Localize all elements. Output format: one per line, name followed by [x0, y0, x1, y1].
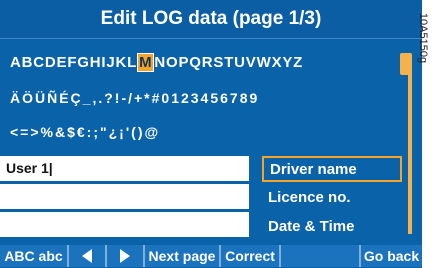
figure-code-text: 10A5150g: [417, 12, 430, 64]
char-row-3[interactable]: <=>%&$€:;"¿¡'()@: [10, 124, 160, 140]
selected-char[interactable]: M: [137, 53, 155, 72]
screen: Edit LOG data (page 1/3) ABCDEFGHIJKL M NO…: [0, 0, 422, 268]
correct-button[interactable]: Correct: [221, 245, 281, 267]
menu-item-licence[interactable]: Licence no.: [262, 184, 402, 210]
next-page-button[interactable]: Next page: [145, 245, 221, 267]
cursor-right-button[interactable]: [107, 245, 145, 267]
figure-code: 10A5150g: [417, 2, 435, 82]
char-row-2[interactable]: ÄÖÜÑÉÇ_,.?!-/+*#0123456789: [10, 90, 259, 106]
arrow-right-icon: [120, 249, 130, 263]
menu-item-date-time[interactable]: Date & Time: [262, 213, 402, 239]
cursor-left-button[interactable]: [69, 245, 107, 267]
page-title: Edit LOG data (page 1/3): [0, 0, 422, 39]
go-back-button[interactable]: Go back: [361, 245, 422, 267]
menu-item-driver-name[interactable]: Driver name: [262, 156, 402, 182]
arrow-left-icon: [82, 249, 92, 263]
scrollbar[interactable]: [408, 60, 412, 234]
text-field-licence[interactable]: [0, 184, 249, 209]
chars-after[interactable]: NOPQRSTUVWXYZ: [154, 54, 303, 71]
chars-before[interactable]: ABCDEFGHIJKL: [10, 54, 137, 71]
scrollbar-thumb[interactable]: [400, 53, 412, 75]
empty-softkey[interactable]: [281, 245, 361, 267]
case-toggle-button[interactable]: ABC abc: [0, 245, 69, 267]
text-field-date-time[interactable]: [0, 212, 249, 237]
text-field-driver-name[interactable]: User 1|: [0, 156, 249, 181]
char-row-1[interactable]: ABCDEFGHIJKL M NOPQRSTUVWXYZ: [10, 53, 303, 72]
field-value: User 1|: [6, 160, 53, 176]
